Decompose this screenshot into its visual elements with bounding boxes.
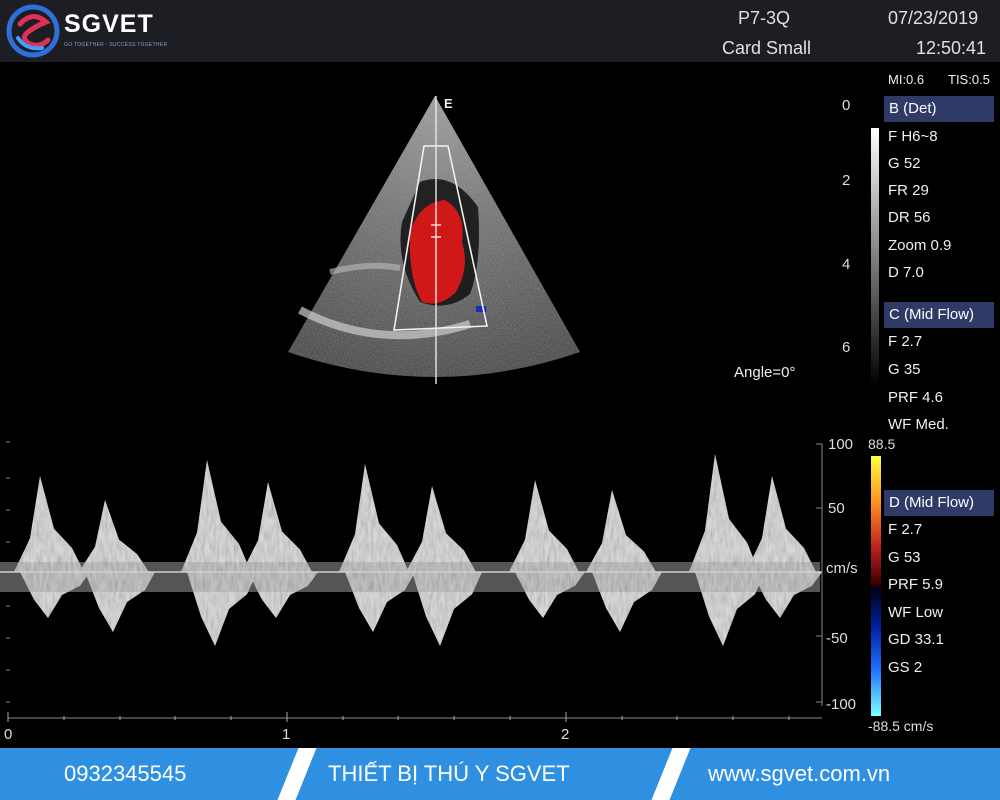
cflow-param: F 2.7 [888,333,923,350]
time-tick-1: 1 [282,726,291,743]
grayscale-bar [871,128,879,386]
doppler-param: G 53 [888,549,921,566]
exam-time: 12:50:41 [916,38,987,58]
exam-date: 07/23/2019 [888,8,979,28]
bmode-param: D 7.0 [888,264,924,281]
time-tick-2: 2 [561,726,570,743]
footer-website[interactable]: www.sgvet.com.vn [708,748,890,800]
bmode-param: F H6~8 [888,128,938,145]
doppler-param: PRF 5.9 [888,576,944,593]
probe-label: P7-3Q [738,8,791,28]
footer-phone[interactable]: 0932345545 [64,748,186,800]
velocity-tick-neg100: -100 [826,696,857,713]
depth-tick-0: 0 [842,97,851,114]
time-tick-0: 0 [4,726,13,743]
depth-tick-6: 6 [842,339,851,356]
bmode-param: FR 29 [888,182,929,199]
velocity-tick-neg50: -50 [826,630,848,647]
doppler-param: GS 2 [888,659,923,676]
doppler-param: F 2.7 [888,521,923,538]
velocity-tick-50: 50 [828,500,845,517]
bmode-param: DR 56 [888,209,931,226]
sgvet-logo-icon [6,4,60,58]
preset-label: Card Small [722,38,812,58]
orientation-marker: E [444,96,453,111]
cflow-header[interactable]: C (Mid Flow) [884,302,994,328]
spectral-doppler-trace [0,441,823,722]
footer-title: THIẾT BỊ THÚ Y SGVET [328,761,570,786]
color-velocity-bar [871,456,881,716]
doppler-param: WF Low [888,604,944,621]
bmode-param: Zoom 0.9 [888,237,952,254]
doppler-param: GD 33.1 [888,631,944,648]
brand-tagline: GO TOGETHER - SUCCESS TOGETHER [64,42,168,48]
brand-name: SGVET [64,10,154,38]
velocity-tick-100: 100 [828,436,854,453]
doppler-header[interactable]: D (Mid Flow) [884,490,994,516]
tis-index: TIS:0.5 [948,72,990,87]
bmode-image [288,96,580,384]
cflow-param: PRF 4.6 [888,389,944,406]
mi-index: MI:0.6 [888,72,925,87]
velocity-unit: cm/s [826,560,858,577]
bmode-param: G 52 [888,155,921,172]
color-map-max: 88.5 [868,436,896,452]
depth-tick-4: 4 [842,256,851,273]
top-bar: SGVET GO TOGETHER - SUCCESS TOGETHER P7-… [0,0,1000,62]
color-map-min: -88.5 cm/s [868,718,934,734]
cflow-param: WF Med. [888,416,949,433]
color-flow-red [409,200,465,304]
footer-banner: 0932345545 THIẾT BỊ THÚ Y SGVET www.sgve… [0,748,1000,800]
bmode-header[interactable]: B (Det) [884,96,994,122]
angle-readout: Angle=0° [734,364,796,381]
depth-tick-2: 2 [842,172,851,189]
cflow-param: G 35 [888,361,921,378]
